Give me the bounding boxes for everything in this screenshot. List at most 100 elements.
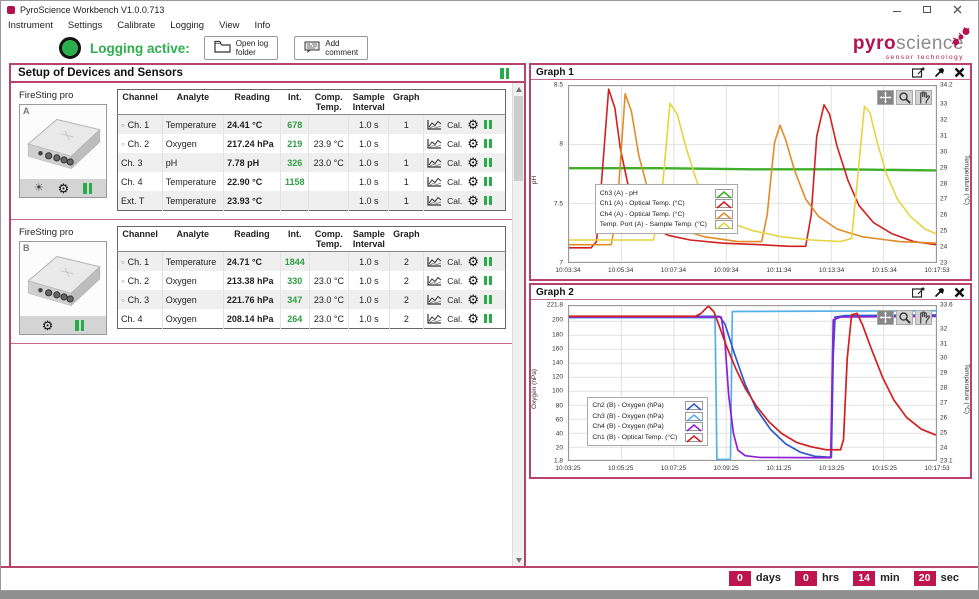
zoom-tool-icon[interactable]: [896, 90, 913, 105]
line-chart-icon[interactable]: [427, 119, 442, 130]
active-indicator: ○: [121, 279, 125, 285]
channel-pause-icon[interactable]: [484, 295, 492, 304]
channel-pause-icon[interactable]: [484, 257, 492, 266]
vertical-scrollbar[interactable]: [512, 83, 524, 566]
close-icon[interactable]: [954, 287, 965, 298]
calibrate-button[interactable]: Cal.: [447, 276, 462, 286]
row-actions: Cal. ⚙: [424, 172, 506, 191]
channel-row: ○Ch. 2Oxygen217.24 hPa21923.9 °C1.0 sCal…: [118, 134, 506, 153]
calibrate-button[interactable]: Cal.: [447, 139, 462, 149]
scroll-up-arrow[interactable]: [513, 83, 524, 95]
hand-tool-icon[interactable]: [915, 310, 932, 325]
channel-pause-icon[interactable]: [484, 177, 492, 186]
channel-settings-gear-icon[interactable]: ⚙: [467, 156, 479, 169]
pan-tool-icon[interactable]: [877, 310, 894, 325]
device-settings-gear-icon[interactable]: ⚙: [42, 319, 54, 332]
menu-item-logging[interactable]: Logging: [170, 20, 204, 31]
channel-settings-gear-icon[interactable]: ⚙: [467, 255, 479, 268]
panel-pause-icon[interactable]: [500, 68, 509, 79]
channel-pause-icon[interactable]: [484, 158, 492, 167]
line-chart-icon[interactable]: [427, 176, 442, 187]
line-chart-icon[interactable]: [427, 157, 442, 168]
channel-settings-gear-icon[interactable]: ⚙: [467, 194, 479, 207]
channel-settings-gear-icon[interactable]: ⚙: [467, 312, 479, 325]
channel-pause-icon[interactable]: [484, 314, 492, 323]
channel-pause-icon[interactable]: [484, 276, 492, 285]
sample-interval-cell: 1.0 s: [349, 252, 389, 272]
calibrate-button[interactable]: Cal.: [447, 257, 462, 267]
open-log-folder-button[interactable]: Open logfolder: [204, 36, 278, 60]
timer-sec-value: 20: [914, 571, 936, 586]
plot-canvas[interactable]: [569, 86, 936, 262]
line-chart-icon[interactable]: [427, 195, 442, 206]
calibrate-button[interactable]: Cal.: [447, 196, 462, 206]
channel-settings-gear-icon[interactable]: ⚙: [467, 293, 479, 306]
calibrate-button[interactable]: Cal.: [447, 120, 462, 130]
menu-item-calibrate[interactable]: Calibrate: [117, 20, 155, 31]
plot-area[interactable]: Ch2 (B) - Oxygen (hPa)Ch3 (B) - Oxygen (…: [568, 305, 937, 461]
graphs-column: Graph 1 pH Temperature (°C) 8.587.57 34.…: [529, 63, 972, 566]
y-tick-label: 28: [940, 180, 947, 187]
channel-settings-gear-icon[interactable]: ⚙: [467, 137, 479, 150]
line-chart-icon[interactable]: [427, 294, 442, 305]
channel-pause-icon[interactable]: [484, 196, 492, 205]
menu-item-info[interactable]: Info: [254, 20, 270, 31]
intensity-cell: 264: [280, 309, 309, 329]
menu-item-settings[interactable]: Settings: [68, 20, 102, 31]
led-icon[interactable]: ☀: [34, 183, 44, 194]
channel-pause-icon[interactable]: [484, 120, 492, 129]
column-header: Int.: [281, 90, 309, 115]
hand-tool-icon[interactable]: [915, 90, 932, 105]
channel-row: ○Ch. 2Oxygen213.38 hPa33023.0 °C1.0 s2Ca…: [118, 271, 506, 290]
menu-item-instrument[interactable]: Instrument: [8, 20, 53, 31]
scrollbar-thumb[interactable]: [514, 96, 523, 181]
channel-settings-gear-icon[interactable]: ⚙: [467, 118, 479, 131]
export-graph-icon[interactable]: [912, 287, 925, 298]
column-header: Analyte: [162, 227, 223, 252]
legend-entry: Ch3 (A) - pH: [600, 189, 733, 198]
calibrate-button[interactable]: Cal.: [447, 314, 462, 324]
pin-icon[interactable]: [934, 67, 945, 78]
title-bar: PyroScience Workbench V1.0.0.713: [1, 1, 978, 18]
comp-temp-cell: 23.0 °C: [309, 309, 349, 329]
y-axis-right-ticks: 34.23332313029282726252423: [938, 85, 962, 263]
scroll-down-arrow[interactable]: [513, 554, 524, 566]
channel-settings-gear-icon[interactable]: ⚙: [467, 175, 479, 188]
channel-pause-icon[interactable]: [484, 139, 492, 148]
pan-tool-icon[interactable]: [877, 90, 894, 105]
x-tick-label: 10:13:25: [819, 465, 844, 472]
channel-cell: Ch. 3: [118, 153, 163, 172]
device-pause-icon[interactable]: [83, 183, 92, 194]
line-chart-icon[interactable]: [427, 275, 442, 286]
calibrate-button[interactable]: Cal.: [447, 177, 462, 187]
export-graph-icon[interactable]: [912, 67, 925, 78]
comp-temp-cell: 23.0 °C: [309, 153, 349, 172]
close-button[interactable]: [952, 5, 962, 15]
zoom-tool-icon[interactable]: [896, 310, 913, 325]
restore-button[interactable]: [922, 5, 932, 15]
logging-indicator: [59, 37, 81, 59]
plot-area[interactable]: Ch3 (A) - pHCh1 (A) - Optical Temp. (°C)…: [568, 85, 937, 263]
menu-item-view[interactable]: View: [219, 20, 239, 31]
legend-entry: Ch4 (A) - Optical Temp. (°C): [600, 210, 733, 219]
line-chart-icon[interactable]: [427, 138, 442, 149]
y-tick-label: 33: [940, 101, 947, 108]
analyte-cell: Temperature: [162, 115, 223, 135]
add-comment-button[interactable]: Addcomment: [294, 36, 368, 60]
graph-title: Graph 2: [536, 287, 574, 298]
device-settings-gear-icon[interactable]: ⚙: [58, 182, 70, 195]
pin-icon[interactable]: [934, 287, 945, 298]
calibrate-button[interactable]: Cal.: [447, 295, 462, 305]
channel-row: ○Ch. 3Oxygen221.76 hPa34723.0 °C1.0 s2Ca…: [118, 290, 506, 309]
legend-label: Ch4 (B) - Oxygen (hPa): [592, 423, 663, 430]
channel-settings-gear-icon[interactable]: ⚙: [467, 274, 479, 287]
calibrate-button[interactable]: Cal.: [447, 158, 462, 168]
line-chart-icon[interactable]: [427, 313, 442, 324]
line-chart-icon[interactable]: [427, 256, 442, 267]
minimize-button[interactable]: [892, 5, 902, 15]
x-tick-label: 10:13:34: [819, 267, 844, 274]
ant-icon: [950, 26, 972, 53]
close-icon[interactable]: [954, 67, 965, 78]
device-pause-icon[interactable]: [75, 320, 84, 331]
legend-label: Ch4 (A) - Optical Temp. (°C): [600, 211, 685, 218]
